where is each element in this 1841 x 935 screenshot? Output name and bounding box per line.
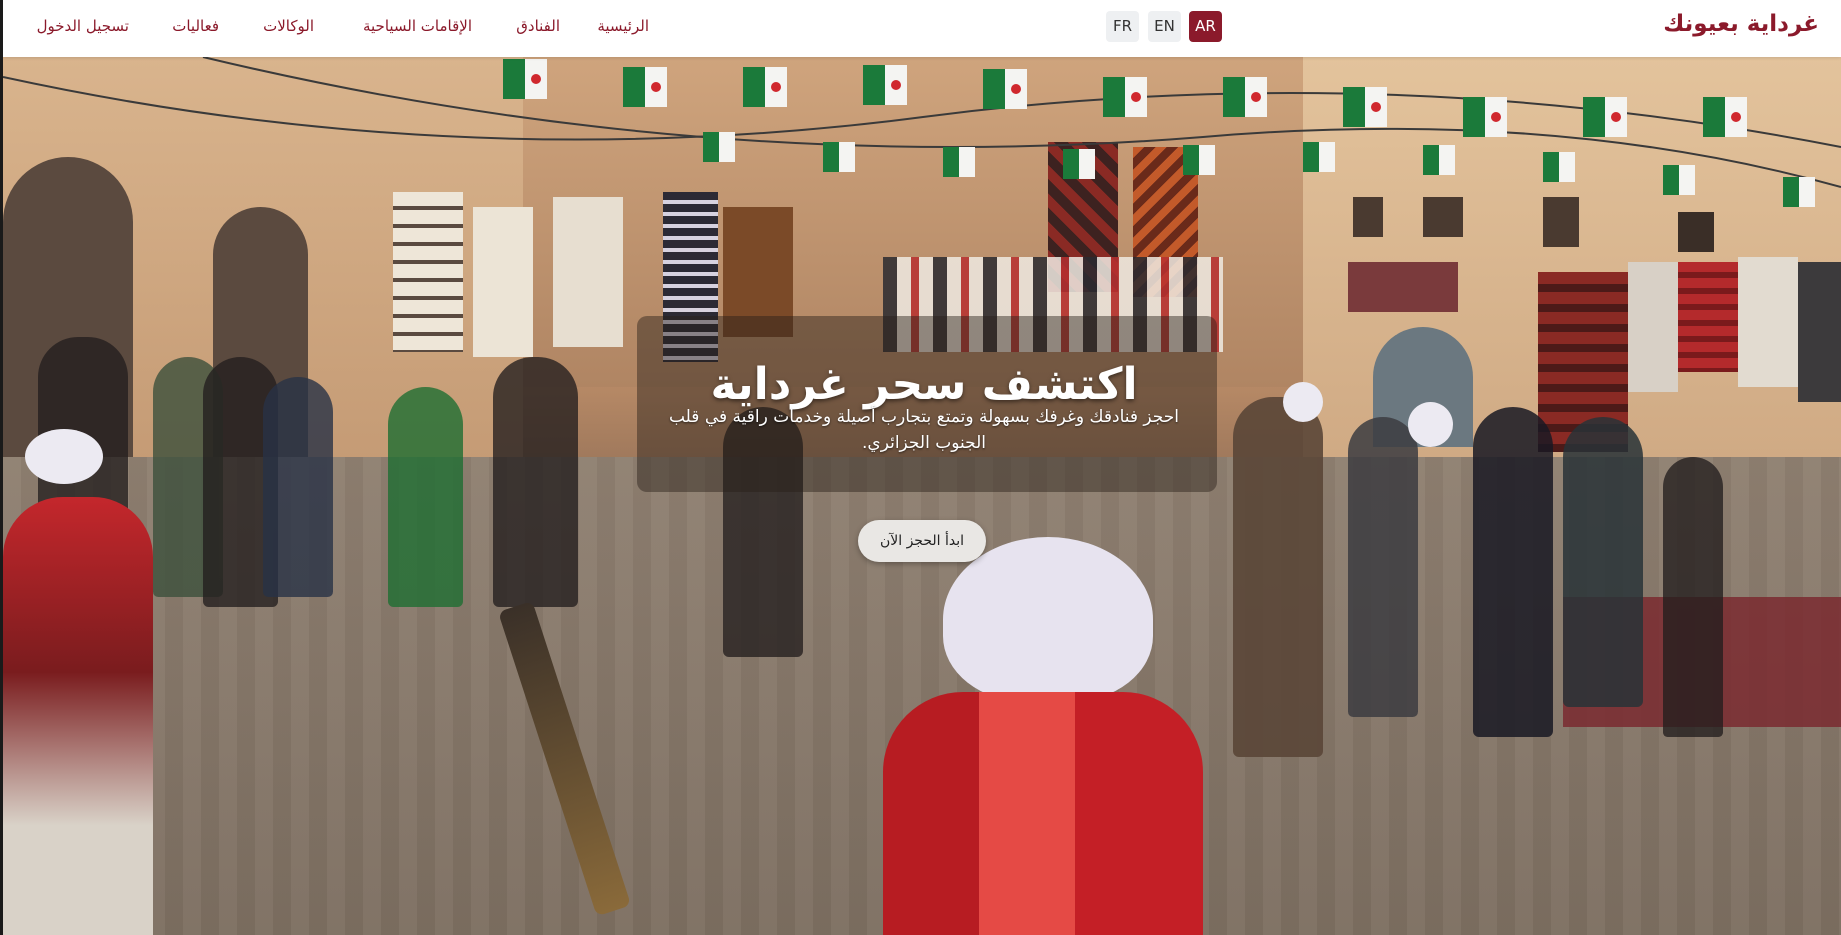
nav-link-hotels[interactable]: الفنادق [516, 17, 560, 35]
nav-link-home[interactable]: الرئيسية [597, 17, 649, 35]
nav-link-events[interactable]: فعاليات [172, 17, 219, 35]
language-fr-button[interactable]: FR [1106, 11, 1139, 42]
nav-link-tourist-residences[interactable]: الإقامات السياحية [363, 17, 472, 35]
site-brand[interactable]: غرداية بعيونك [1663, 11, 1819, 37]
top-navbar: غرداية بعيونك AR EN FR الرئيسية الفنادق … [3, 0, 1841, 57]
nav-link-agencies[interactable]: الوكالات [263, 17, 314, 35]
hero-title: اكتشف سحر غرداية [710, 359, 1138, 411]
hero-subtitle: احجز فنادقك وغرفك بسهولة وتمتع بتجارب أص… [668, 407, 1179, 453]
start-booking-button[interactable]: ابدأ الحجز الآن [858, 520, 986, 562]
window-left-edge [0, 0, 3, 935]
nav-link-login[interactable]: تسجيل الدخول [37, 17, 129, 35]
language-en-button[interactable]: EN [1148, 11, 1181, 42]
language-ar-button[interactable]: AR [1189, 11, 1222, 42]
bunting-flags [3, 57, 1841, 207]
hero-section [3, 57, 1841, 935]
